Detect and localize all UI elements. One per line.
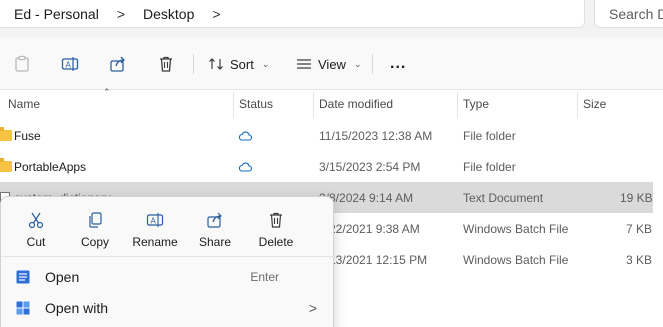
breadcrumb-separator-chevron[interactable]: > [212, 6, 220, 22]
sort-label: Sort [230, 56, 254, 72]
column-divider[interactable] [233, 92, 234, 118]
chevron-right-icon: > [308, 300, 317, 316]
folder-icon-cell [0, 120, 12, 151]
folder-icon-cell [0, 151, 12, 182]
file-type: Windows Batch File [463, 221, 569, 236]
date-modified: 5/13/2021 12:15 PM [319, 252, 428, 267]
sort-ascending-icon: ⌃ [103, 87, 111, 97]
date-modified: 3/15/2023 2:54 PM [319, 159, 421, 174]
file-type: File folder [463, 159, 516, 174]
more-options-button[interactable]: ... [390, 50, 406, 78]
file-size: 3 KB [626, 252, 653, 267]
column-divider[interactable] [457, 92, 458, 118]
chevron-down-icon: ⌄ [353, 58, 362, 69]
delete-toolbar-button[interactable] [151, 50, 181, 78]
paste-icon [15, 55, 29, 72]
paste-button[interactable] [7, 50, 37, 78]
copy-label: Copy [80, 235, 109, 249]
context-quick-actions: Cut Copy A Rename Share Delete [1, 197, 335, 257]
open-label: Open [45, 269, 80, 285]
open-with-icon [15, 300, 35, 316]
sort-button[interactable]: Sort ⌄ [208, 50, 269, 78]
file-name: Fuse [14, 128, 41, 143]
column-divider[interactable] [577, 92, 578, 118]
rename-icon: A [61, 57, 79, 71]
toolbar-divider [193, 54, 194, 74]
svg-text:A: A [66, 61, 72, 70]
folder-icon [0, 158, 12, 172]
file-row[interactable]: PortableApps 3/15/2023 2:54 PM File fold… [0, 151, 653, 182]
address-strip: Ed - Personal > Desktop > [0, 0, 663, 38]
file-name: PortableApps [14, 159, 87, 174]
share-icon [110, 56, 125, 72]
trash-icon [160, 56, 172, 72]
command-bar: A Sort ⌄ View ⌄ ... [0, 38, 663, 90]
rename-toolbar-button[interactable]: A [55, 50, 85, 78]
share-button[interactable]: Share [186, 205, 244, 253]
more-icon: ... [390, 55, 407, 72]
menu-item-open-with[interactable]: Open with > [7, 293, 329, 323]
open-with-label: Open with [45, 300, 109, 316]
rename-label: Rename [132, 235, 178, 249]
chevron-down-icon: ⌄ [261, 58, 270, 69]
breadcrumb-separator[interactable]: > [117, 6, 125, 22]
cloud-status-icon [238, 151, 252, 182]
trash-icon [270, 212, 282, 228]
share-label: Share [198, 235, 232, 249]
column-header-name[interactable]: Name [8, 92, 40, 116]
cloud-status-icon [238, 120, 252, 151]
context-menu: Cut Copy A Rename Share Delete Open Ente… [0, 196, 335, 327]
address-bar[interactable]: Ed - Personal > Desktop > [0, 0, 585, 28]
delete-button[interactable]: Delete [247, 205, 305, 253]
copy-button[interactable]: Copy [66, 205, 124, 253]
toolbar-divider [372, 54, 373, 74]
column-divider[interactable] [313, 92, 314, 118]
search-box[interactable] [594, 0, 663, 28]
file-type: File folder [463, 128, 516, 143]
breadcrumb-ed-personal[interactable]: Ed - Personal [14, 6, 99, 22]
column-header-date-modified[interactable]: Date modified [319, 92, 393, 116]
view-label: View [318, 56, 346, 72]
share-icon [207, 212, 222, 228]
rename-button[interactable]: A Rename [126, 205, 184, 253]
file-size: 19 KB [620, 190, 653, 205]
scissors-icon [28, 212, 44, 229]
sort-icon [209, 58, 223, 70]
file-type: Text Document [463, 190, 544, 205]
svg-text:A: A [151, 217, 157, 226]
delete-label: Delete [258, 235, 294, 249]
date-modified: 11/15/2023 12:38 AM [319, 128, 433, 143]
cut-label: Cut [26, 235, 46, 249]
open-icon [15, 269, 35, 285]
menu-item-open[interactable]: Open Enter [7, 262, 329, 292]
file-size: 7 KB [626, 221, 653, 236]
view-button[interactable]: View ⌄ [296, 50, 362, 78]
folder-icon [0, 127, 12, 141]
open-shortcut: Enter [250, 270, 279, 284]
file-type: Windows Batch File [463, 252, 569, 267]
cut-button[interactable]: Cut [7, 205, 65, 253]
share-toolbar-button[interactable] [103, 50, 133, 78]
search-input[interactable] [609, 5, 663, 22]
view-icon [297, 59, 311, 69]
rename-icon: A [146, 213, 164, 227]
column-header-size[interactable]: Size [583, 92, 606, 116]
breadcrumb-desktop[interactable]: Desktop [143, 6, 194, 22]
copy-icon [89, 212, 102, 228]
column-header-status[interactable]: Status [239, 92, 273, 116]
file-row[interactable]: Fuse 11/15/2023 12:38 AM File folder [0, 120, 653, 151]
column-header-type[interactable]: Type [463, 92, 489, 116]
